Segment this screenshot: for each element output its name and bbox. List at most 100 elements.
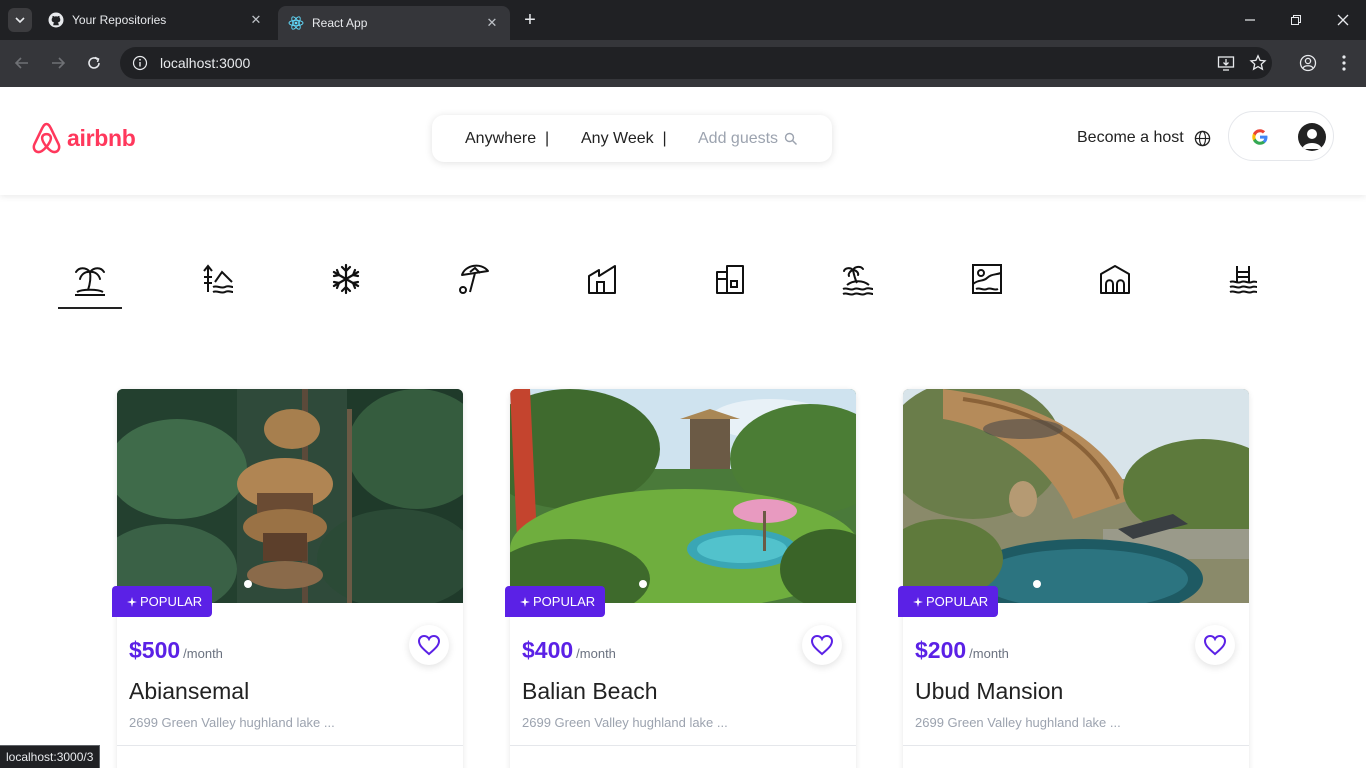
snowflake-icon [332,263,360,295]
listing-price: $200/month [915,637,1009,663]
tab-title: React App [312,16,368,30]
bookmark-star-icon[interactable] [1246,51,1270,75]
listing-card[interactable]: POPULAR $400/month Balian Beach 2699 Gre… [505,389,856,768]
popular-badge: POPULAR [505,586,606,617]
sparkle-icon [913,596,923,607]
listing-photo[interactable] [117,389,463,603]
tab-your-repositories[interactable]: Your Repositories ✕ [38,6,274,34]
reload-icon[interactable] [82,51,106,75]
category-palm-tree[interactable] [58,262,122,309]
new-tab-button[interactable]: + [518,10,542,32]
forward-arrow-icon[interactable] [46,51,70,75]
category-cabin[interactable] [1083,262,1147,309]
address-bar[interactable]: localhost:3000 [120,47,1272,79]
listing-price: $400/month [522,637,616,663]
card-divider [117,745,463,746]
airbnb-logo[interactable]: airbnb [31,122,136,155]
heart-icon [417,634,441,656]
search-add-guests[interactable]: Add guests [698,130,798,148]
category-lake-view[interactable] [955,262,1019,309]
carousel-dot[interactable] [1033,580,1041,588]
search-icon[interactable] [784,132,798,146]
tab-search-button[interactable] [8,8,32,32]
cabin-icon [1100,265,1130,294]
favorite-button[interactable] [1195,625,1235,665]
listing-name: Abiansemal [129,678,250,704]
heart-icon [810,634,834,656]
beach-umbrella-icon [459,264,489,294]
page-content: airbnb Anywhere | Any Week | Add guests … [0,87,1366,768]
mansion-pool-photo [903,389,1249,603]
listing-card[interactable]: POPULAR $200/month Ubud Mansion 2699 Gre… [898,389,1249,768]
card-divider [903,745,1249,746]
back-arrow-icon[interactable] [10,51,34,75]
browser-menu-icon[interactable] [1332,51,1356,75]
install-app-icon[interactable] [1214,51,1238,75]
category-countryside[interactable] [698,262,762,309]
popular-badge: POPULAR [112,586,213,617]
airbnb-logo-icon [32,122,61,154]
waves-icon [1229,266,1258,294]
globe-icon[interactable] [1194,130,1211,147]
heart-icon [1203,634,1227,656]
category-waves[interactable] [1211,262,1275,309]
url-text: localhost:3000 [160,55,251,71]
listing-address: 2699 Green Valley hughland lake ... [522,715,728,730]
tiny-home-icon [588,265,616,294]
card-divider [510,745,856,746]
countryside-house-icon [716,265,744,294]
github-icon [48,12,64,28]
logo-text: airbnb [67,125,136,151]
favorite-button[interactable] [802,625,842,665]
listing-address: 2699 Green Valley hughland lake ... [129,715,335,730]
category-island[interactable] [826,262,890,309]
become-host-label: Become a host [1077,129,1184,146]
treehouse-photo [117,389,463,603]
search-any-week[interactable]: Any Week | [581,130,667,148]
status-bar-url: localhost:3000/3 [0,745,101,768]
listing-price: $500/month [129,637,223,663]
popular-badge: POPULAR [898,586,999,617]
sparkle-icon [520,596,530,607]
carousel-dot[interactable] [244,580,252,588]
restore-icon[interactable] [1284,8,1308,32]
close-icon[interactable]: ✕ [248,12,264,28]
favorite-button[interactable] [409,625,449,665]
palm-tree-icon [75,267,105,296]
listing-address: 2699 Green Valley hughland lake ... [915,715,1121,730]
category-surfing[interactable] [186,262,250,309]
listing-name: Balian Beach [522,678,658,704]
lake-view-icon [972,264,1002,294]
category-snow[interactable] [314,262,378,309]
browser-tab-bar: Your Repositories ✕ React App ✕ + [0,0,1366,40]
site-header: airbnb Anywhere | Any Week | Add guests … [0,87,1366,195]
browser-toolbar: localhost:3000 [0,40,1366,87]
minimize-icon[interactable] [1238,8,1262,32]
category-bar [0,262,1366,312]
user-avatar-icon [1302,129,1322,149]
sparkle-icon [127,596,137,607]
listing-photo[interactable] [510,389,856,603]
surfing-icon [203,264,234,294]
garden-pool-photo [510,389,856,603]
google-icon [1252,129,1268,145]
tab-react-app[interactable]: React App ✕ [278,6,510,40]
search-bar[interactable]: Anywhere | Any Week | Add guests [432,115,832,162]
listing-photo[interactable] [903,389,1249,603]
tab-title: Your Repositories [72,13,167,27]
avatar[interactable] [1298,123,1326,151]
category-beach[interactable] [442,262,506,309]
become-host-link[interactable]: Become a host [1077,129,1211,147]
close-icon[interactable]: ✕ [484,15,500,31]
carousel-dot[interactable] [639,580,647,588]
window-close-icon[interactable] [1331,8,1355,32]
chevron-down-icon [15,17,25,24]
category-tiny-home[interactable] [570,262,634,309]
user-menu[interactable] [1228,111,1334,161]
listing-name: Ubud Mansion [915,678,1064,704]
profile-icon[interactable] [1296,51,1320,75]
island-icon [842,265,874,296]
site-info-icon[interactable] [132,55,148,71]
listing-card[interactable]: POPULAR $500/month Abiansemal 2699 Green… [112,389,463,768]
search-anywhere[interactable]: Anywhere | [465,130,549,148]
